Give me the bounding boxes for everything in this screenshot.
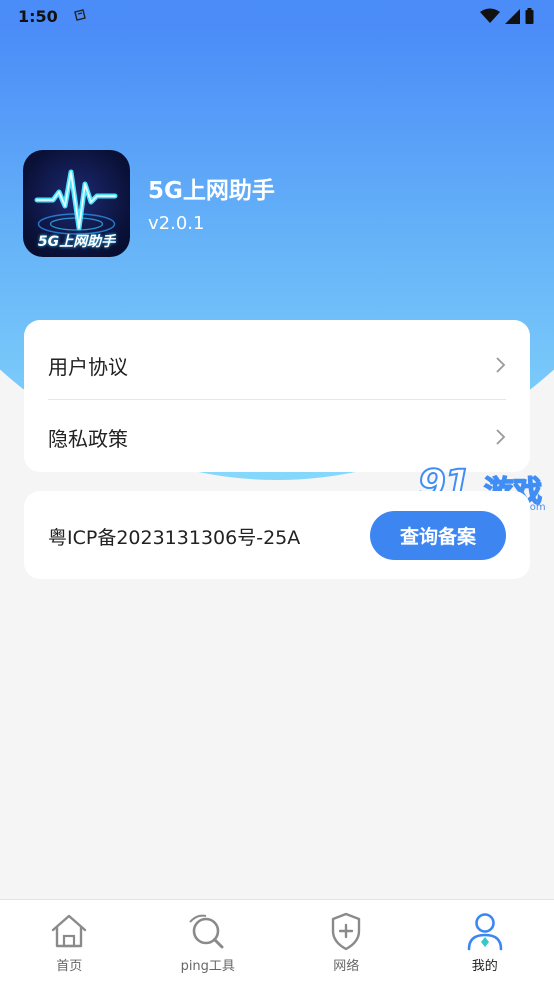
icp-number: 粤ICP备2023131306号-25A <box>48 527 301 549</box>
app-name: 5G上网助手 <box>148 178 275 204</box>
menu-item-label: 用户协议 <box>48 354 128 379</box>
menu-item-user-agreement[interactable]: 用户协议 <box>24 328 530 402</box>
nav-label: 我的 <box>471 959 498 974</box>
battery-icon <box>525 8 534 24</box>
icp-card: 粤ICP备2023131306号-25A 查询备案 <box>24 491 530 579</box>
app-logo-label: 5G上网助手 <box>37 234 116 250</box>
query-filing-button[interactable]: 查询备案 <box>370 511 506 560</box>
user-icon <box>467 913 503 951</box>
profile-screen: 1:50 5G上网助手 5G上网助手 v2.0.1 用户协议 隐私政策 91 粤… <box>0 0 554 984</box>
nav-item-mine[interactable]: 我的 <box>416 900 554 984</box>
status-icons <box>480 8 534 24</box>
status-bar: 1:50 <box>0 0 554 32</box>
nav-label: 网络 <box>333 959 360 974</box>
cellular-signal-icon <box>505 8 520 24</box>
chevron-right-icon <box>496 429 506 445</box>
home-icon <box>52 914 87 948</box>
search-icon <box>188 914 224 949</box>
nav-label: ping工具 <box>180 959 235 974</box>
nav-label: 首页 <box>56 959 83 974</box>
nav-item-home[interactable]: 首页 <box>0 900 139 984</box>
settings-menu-card: 用户协议 隐私政策 <box>24 320 530 472</box>
wifi-icon <box>480 8 500 23</box>
bottom-nav: 首页 ping工具 网络 我的 <box>0 899 554 984</box>
app-logo: 5G上网助手 <box>23 150 130 257</box>
shield-plus-icon <box>332 912 361 951</box>
nav-item-ping-tool[interactable]: ping工具 <box>139 900 278 984</box>
app-version: v2.0.1 <box>148 213 205 234</box>
chevron-right-icon <box>496 357 506 373</box>
notification-icon <box>73 9 86 21</box>
nav-item-network[interactable]: 网络 <box>277 900 416 984</box>
menu-item-label: 隐私政策 <box>48 426 128 451</box>
status-time: 1:50 <box>18 6 58 26</box>
